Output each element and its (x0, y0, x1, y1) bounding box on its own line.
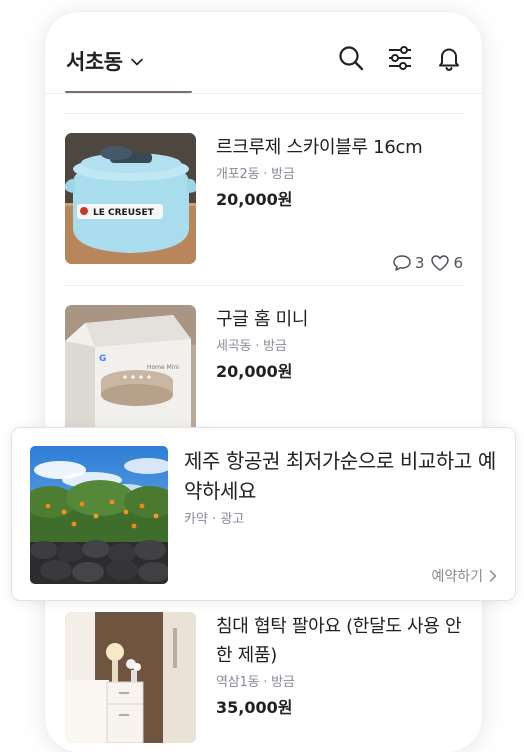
ad-image (30, 446, 168, 584)
location-selector[interactable]: 서초동 (66, 46, 144, 76)
search-icon[interactable] (337, 44, 365, 72)
location-label: 서초동 (66, 50, 123, 74)
list-item[interactable]: LE CREUSET 르크루제 스카이블루 16cm 개포2동 · 방금 20,… (65, 133, 463, 272)
item-price: 20,000원 (216, 190, 293, 209)
chevron-down-icon (131, 58, 144, 66)
bell-icon[interactable] (435, 44, 463, 72)
item-meta: 역삼1동 · 방금 (216, 675, 295, 690)
box-label: Home Mini (147, 364, 179, 371)
item-stats: 3 6 (392, 254, 463, 272)
svg-text:G: G (99, 354, 106, 364)
list-item[interactable]: G Home Mini 구글 홈 미니 세곡동 · 방금 20,000원 3 6 (65, 305, 463, 444)
comment-count-value: 3 (414, 254, 425, 272)
item-info: 르크루제 스카이블루 16cm 개포2동 · 방금 20,000원 (216, 133, 463, 210)
item-title: 침대 협탁 팔아요 (한달도 사용 안한 제품) (216, 616, 462, 666)
app-header: 서초동 (45, 12, 482, 94)
chat-icon (393, 255, 411, 271)
ad-title: 제주 항공권 최저가순으로 비교하고 예약하세요 (184, 449, 496, 503)
item-thumbnail (65, 612, 196, 743)
like-count-value: 6 (453, 254, 463, 272)
item-price: 20,000원 (216, 362, 293, 381)
item-thumbnail: G Home Mini (65, 305, 196, 436)
item-thumbnail: LE CREUSET (65, 133, 196, 264)
header-divider (45, 93, 482, 94)
chevron-right-icon (489, 570, 497, 582)
like-count: 6 (430, 254, 463, 272)
filter-icon[interactable] (386, 44, 414, 72)
item-title: 구글 홈 미니 (216, 309, 309, 330)
item-title: 르크루제 스카이블루 16cm (216, 137, 423, 158)
ad-cta-button[interactable]: 예약하기 (431, 566, 497, 586)
comment-count: 3 (392, 254, 425, 272)
item-info: 침대 협탁 팔아요 (한달도 사용 안한 제품) 역삼1동 · 방금 35,00… (216, 612, 463, 718)
heart-icon (431, 255, 450, 271)
item-price: 35,000원 (216, 698, 293, 717)
app-screen: 서초동 LE CREUSET 르크루제 스카이블루 16cm 개포2동 · 방금… (45, 12, 482, 752)
ad-cta-label: 예약하기 (431, 569, 483, 585)
ad-source: 카약 · 광고 (184, 512, 245, 527)
item-meta: 세곡동 · 방금 (216, 339, 287, 354)
brand-label: LE CREUSET (93, 208, 155, 218)
list-item[interactable]: 침대 협탁 팔아요 (한달도 사용 안한 제품) 역삼1동 · 방금 35,00… (65, 612, 463, 745)
item-meta: 개포2동 · 방금 (216, 167, 295, 182)
ad-card[interactable]: 제주 항공권 최저가순으로 비교하고 예약하세요 카약 · 광고 예약하기 (11, 427, 516, 601)
item-info: 구글 홈 미니 세곡동 · 방금 20,000원 (216, 305, 463, 382)
item-divider (65, 285, 463, 286)
item-divider (65, 113, 463, 114)
